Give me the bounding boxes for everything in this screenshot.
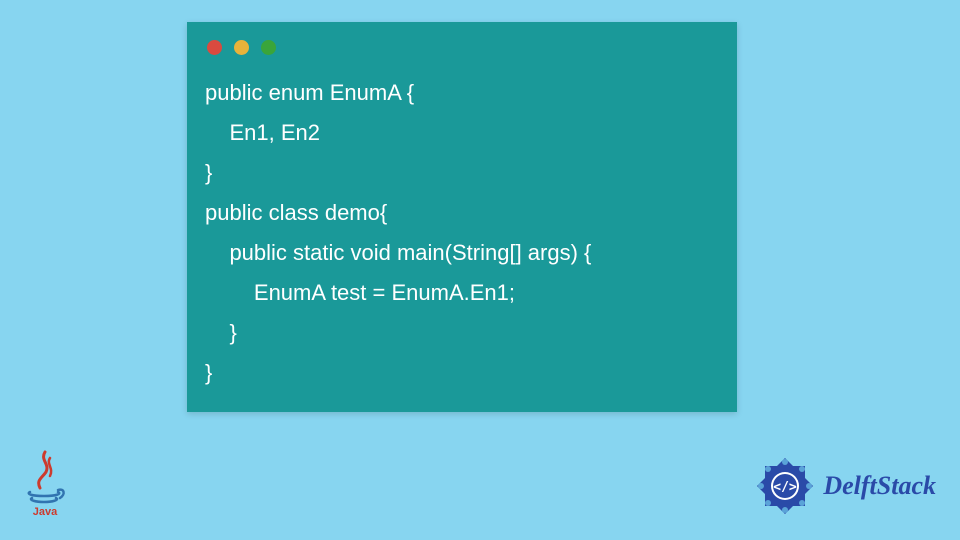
minimize-dot-icon <box>234 40 249 55</box>
code-line: } <box>205 160 212 185</box>
svg-text:</>: </> <box>774 480 798 495</box>
java-logo-text: Java <box>33 506 58 518</box>
code-line: EnumA test = EnumA.En1; <box>205 280 515 305</box>
java-logo-icon: Java <box>22 450 68 518</box>
code-window: public enum EnumA { En1, En2 } public cl… <box>187 22 737 412</box>
code-line: public class demo{ <box>205 200 387 225</box>
maximize-dot-icon <box>261 40 276 55</box>
code-line: } <box>205 360 212 385</box>
code-block: public enum EnumA { En1, En2 } public cl… <box>187 63 737 403</box>
close-dot-icon <box>207 40 222 55</box>
code-line: public static void main(String[] args) { <box>205 240 591 265</box>
delftstack-text: DelftStack <box>823 471 936 501</box>
code-line: En1, En2 <box>205 120 320 145</box>
delftstack-badge-icon: </> <box>753 454 817 518</box>
window-controls <box>187 22 737 63</box>
code-line: } <box>205 320 237 345</box>
code-line: public enum EnumA { <box>205 80 414 105</box>
delftstack-logo: </> DelftStack <box>753 454 936 518</box>
